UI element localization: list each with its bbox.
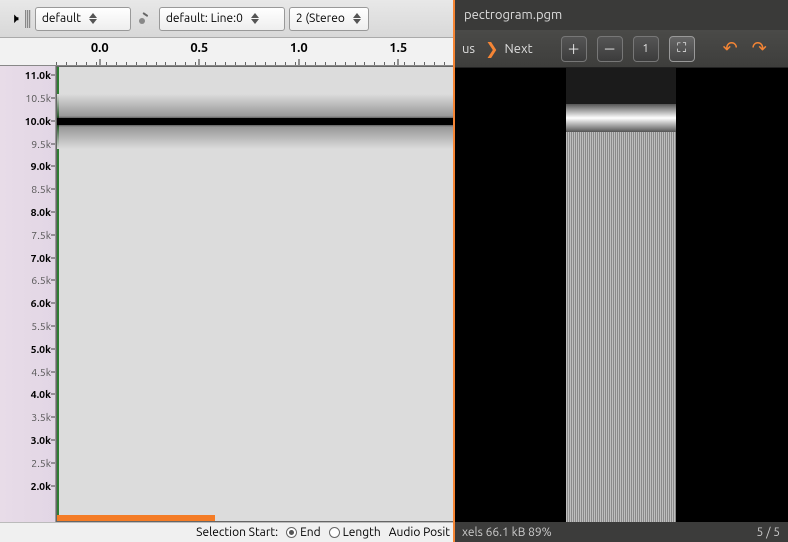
time-ruler[interactable]: 0.0 0.5 1.0 1.5 [0, 38, 454, 66]
pane-divider[interactable] [453, 0, 455, 542]
rotate-left-button[interactable]: ↶ [721, 38, 740, 59]
viewer-titlebar: pectrogram.pgm [454, 0, 788, 30]
mic-icon [135, 9, 155, 29]
freq-tick-label: 3.0k [31, 434, 51, 446]
freq-tick-label: 6.5k [31, 274, 51, 286]
input-device-value: default: Line:0 [166, 12, 251, 25]
zoom-in-button[interactable]: ＋ [561, 36, 587, 62]
freq-tick-label: 7.5k [31, 229, 51, 241]
toolbar-grip[interactable] [25, 10, 31, 28]
tone-peak [57, 118, 453, 125]
freq-tick-label: 8.0k [31, 206, 51, 218]
radio-dot-icon [329, 527, 340, 538]
output-device-value: default [42, 12, 89, 25]
channels-value: 2 (Stereo [296, 12, 353, 25]
time-tick-label: 1.5 [389, 41, 407, 55]
freq-tick-label: 9.5k [31, 138, 51, 150]
time-tick-label: 0.0 [91, 41, 109, 55]
window-title: pectrogram.pgm [464, 8, 778, 22]
freq-tick-label: 11.0k [25, 69, 51, 81]
time-tick-label: 0.5 [190, 41, 208, 55]
chevron-right-icon: ❯ [485, 39, 498, 58]
fit-icon: ⛶ [677, 41, 686, 56]
status-right: 5 / 5 [757, 526, 780, 539]
track-area: 11.0k 10.5k 10.0k 9.5k 9.0k 8.5k 8.0k 7.5k 7.0k 6… [0, 66, 454, 522]
zoom-out-button[interactable]: － [597, 36, 623, 62]
freq-tick-label: 4.0k [31, 388, 51, 400]
freq-tick-label: 2.5k [31, 457, 51, 469]
length-radio[interactable]: Length [329, 526, 381, 539]
freq-tick-label: 6.0k [31, 297, 51, 309]
length-label: Length [343, 526, 381, 539]
speaker-icon: 🕨 [8, 10, 21, 27]
viewer-statusbar: xels 66.1 kB 89% 5 / 5 [454, 522, 788, 542]
freq-tick-label: 7.0k [31, 252, 51, 264]
zoom-fit-button[interactable]: ⛶ [669, 36, 695, 62]
time-tick-label: 1.0 [290, 41, 308, 55]
freq-tick-label: 4.5k [31, 366, 51, 378]
viewer-toolbar: us ❯ Next ＋ － 1 ⛶ ↶ ↷ [454, 30, 788, 68]
freq-tick-label: 9.0k [31, 160, 51, 172]
freq-tick-label: 8.5k [31, 183, 51, 195]
freq-tick-label: 3.5k [31, 411, 51, 423]
next-label: Next [504, 42, 532, 56]
frequency-axis: 11.0k 10.5k 10.0k 9.5k 9.0k 8.5k 8.0k 7.5k 7.0k 6… [0, 66, 56, 522]
previous-button[interactable]: us [462, 42, 475, 56]
radio-dot-icon [286, 527, 297, 538]
output-device-select[interactable]: default [35, 7, 131, 31]
viewer-canvas[interactable] [454, 68, 788, 522]
selection-indicator[interactable] [57, 515, 215, 521]
spectrogram-track[interactable] [56, 66, 454, 522]
image-viewer-pane: pectrogram.pgm us ❯ Next ＋ － 1 ⛶ ↶ ↷ xel… [454, 0, 788, 542]
freq-tick-label: 2.0k [31, 480, 51, 492]
zoom-100-button[interactable]: 1 [633, 36, 659, 62]
audio-position-label: Audio Posit [389, 526, 450, 539]
minus-icon: － [603, 39, 616, 58]
audio-editor-pane: 🕨 default default: Line:0 2 (Stereo 0.00… [0, 0, 454, 542]
device-toolbar: 🕨 default default: Line:0 2 (Stereo [0, 0, 454, 38]
spectrogram-image [566, 68, 676, 522]
freq-tick-label: 10.0k [25, 115, 51, 127]
status-left: xels 66.1 kB 89% [462, 526, 552, 539]
end-label: End [300, 526, 321, 539]
channels-select[interactable]: 2 (Stereo [289, 7, 369, 31]
next-button[interactable]: ❯ Next [485, 39, 533, 58]
end-radio[interactable]: End [286, 526, 321, 539]
freq-tick-label: 5.0k [31, 343, 51, 355]
selection-toolbar: Selection Start: End Length Audio Posit [0, 522, 454, 542]
input-device-select[interactable]: default: Line:0 [159, 7, 285, 31]
rotate-right-button[interactable]: ↷ [750, 38, 769, 59]
selection-start-label: Selection Start: [196, 526, 278, 539]
freq-tick-label: 10.5k [25, 92, 51, 104]
freq-tick-label: 5.5k [31, 320, 51, 332]
one-icon: 1 [643, 43, 649, 55]
prev-label: us [462, 42, 475, 56]
plus-icon: ＋ [567, 39, 580, 58]
